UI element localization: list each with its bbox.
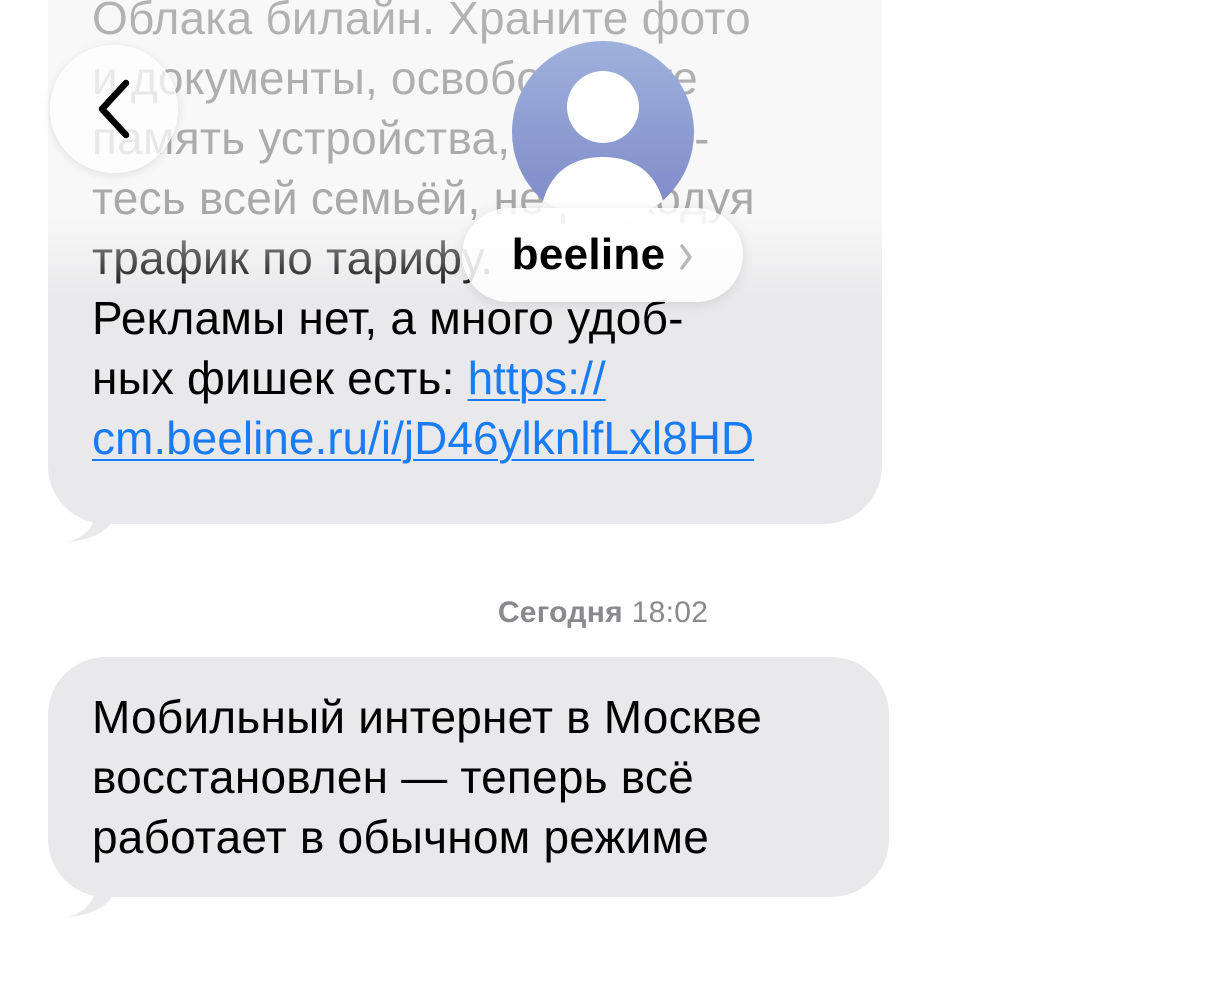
contact-name: beeline (511, 230, 666, 279)
bubble-tail (68, 883, 112, 917)
contact-avatar[interactable] (512, 41, 694, 223)
person-silhouette-icon (543, 71, 663, 223)
message-text: Мобильный интернет в Москве восстановлен… (92, 691, 762, 863)
message-bubble-received[interactable]: Мобильный интернет в Москве восстановлен… (48, 657, 889, 897)
timestamp-day: Сегодня (497, 596, 623, 629)
chevron-left-icon (98, 79, 130, 139)
bubble-tail (68, 508, 112, 542)
message-link-continuation[interactable]: cm.beeline.ru/i/jD46ylknlfLxl8HD (92, 408, 842, 468)
back-button[interactable] (50, 45, 178, 173)
timestamp-time: 18:02 (631, 596, 709, 629)
message-timestamp: Сегодня 18:02 (0, 596, 1206, 630)
contact-name-button[interactable]: beeline (462, 208, 743, 302)
message-link[interactable]: https:// (468, 352, 606, 404)
chevron-right-icon (680, 244, 693, 270)
message-thread-screen: Облака билайн. Храните фото и документы,… (0, 0, 1206, 1002)
